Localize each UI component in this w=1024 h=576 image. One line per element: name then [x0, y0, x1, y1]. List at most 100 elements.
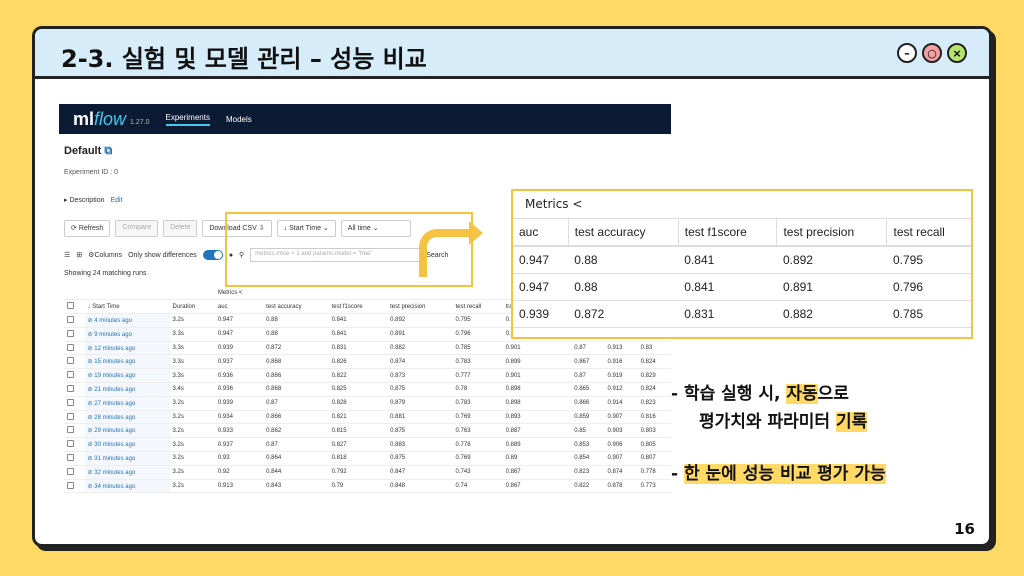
row-checkbox[interactable] — [64, 368, 85, 384]
table-row[interactable]: ⊘ 27 minutes ago 3.2s 0.939 0.87 0.828 0.879 0… — [64, 396, 671, 411]
column-header[interactable]: test accuracy — [263, 299, 329, 315]
table-cell: 0.874 — [604, 465, 638, 480]
column-header[interactable]: ↓ Start Time — [84, 299, 170, 315]
table-cell: 0.87 — [263, 437, 329, 453]
zoom-column-header[interactable]: test precision — [776, 219, 887, 247]
column-header[interactable]: auc — [214, 299, 264, 315]
table-cell: 0.859 — [571, 410, 605, 425]
table-cell: 0.868 — [263, 382, 329, 397]
column-header[interactable]: test precision — [387, 299, 453, 315]
table-cell: 0.875 — [387, 423, 453, 439]
table-cell: 0.919 — [604, 368, 638, 384]
run-start-time-link[interactable]: ⊘ 21 minutes ago — [84, 382, 170, 397]
row-checkbox[interactable] — [64, 327, 85, 342]
table-row[interactable]: ⊘ 34 minutes ago 3.2s 0.913 0.843 0.79 0.848 0… — [64, 479, 671, 494]
zoom-cell: 0.88 — [568, 246, 679, 274]
run-start-time-link[interactable]: ⊘ 32 minutes ago — [84, 465, 170, 480]
note-compare: - 한 눈에 성능 비교 평가 가능 — [671, 464, 886, 484]
table-cell: 3.2s — [169, 465, 215, 480]
table-cell: 0.88 — [263, 327, 329, 342]
nav-models[interactable]: Models — [226, 115, 252, 124]
zoom-cell: 0.939 — [513, 300, 569, 328]
matching-runs-count: Showing 24 matching runs — [64, 270, 147, 277]
row-checkbox[interactable] — [64, 410, 85, 425]
row-checkbox[interactable] — [64, 396, 85, 411]
table-cell: 0.821 — [328, 410, 388, 425]
run-start-time-link[interactable]: ⊘ 34 minutes ago — [84, 479, 170, 494]
run-start-time-link[interactable]: ⊘ 31 minutes ago — [84, 451, 170, 466]
zoom-column-header[interactable]: auc — [513, 219, 569, 247]
row-checkbox[interactable] — [64, 437, 85, 453]
table-row[interactable]: ⊘ 30 minutes ago 3.2s 0.937 0.87 0.827 0.883 0… — [64, 437, 671, 453]
columns-button[interactable]: ⚙Columns — [88, 251, 122, 259]
row-checkbox[interactable] — [64, 382, 85, 397]
run-start-time-link[interactable]: ⊘ 28 minutes ago — [84, 410, 170, 425]
run-start-time-link[interactable]: ⊘ 30 minutes ago — [84, 437, 170, 453]
table-cell: 0.796 — [452, 327, 503, 342]
only-diff-toggle[interactable] — [202, 250, 223, 260]
edit-link[interactable]: Edit — [110, 197, 122, 204]
nav-experiments[interactable]: Experiments — [165, 113, 210, 126]
table-cell: 0.785 — [452, 341, 503, 356]
maximize-icon[interactable]: ○ — [922, 43, 942, 63]
minimize-icon[interactable]: – — [897, 43, 917, 63]
metrics-group-header[interactable]: Metrics < — [214, 286, 264, 301]
table-row[interactable]: ⊘ 21 minutes ago 3.4s 0.936 0.868 0.825 0.875… — [64, 382, 671, 397]
table-cell: 0.912 — [604, 382, 638, 397]
table-row[interactable]: ⊘ 31 minutes ago 3.2s 0.93 0.864 0.818 0.875 0… — [64, 451, 671, 466]
column-header[interactable]: Duration — [169, 299, 215, 315]
table-cell: 0.854 — [571, 451, 605, 466]
zoom-column-header[interactable]: test recall — [886, 219, 971, 247]
table-row[interactable]: ⊘ 32 minutes ago 3.2s 0.92 0.844 0.792 0.847 0… — [64, 465, 671, 480]
zoom-column-header[interactable]: test accuracy — [567, 219, 679, 247]
run-start-time-link[interactable]: ⊘ 15 minutes ago — [84, 354, 170, 370]
zoom-cell: 0.947 — [513, 246, 569, 274]
run-start-time-link[interactable]: ⊘ 12 minutes ago — [84, 341, 170, 356]
mlflow-navbar: mlflow 1.27.0 Experiments Models — [59, 104, 671, 134]
column-header[interactable]: test recall — [452, 299, 503, 315]
run-start-time-link[interactable]: ⊘ 4 minutes ago — [84, 313, 170, 328]
select-all-checkbox[interactable] — [64, 299, 85, 315]
table-row[interactable]: ⊘ 12 minutes ago 3.3s 0.939 0.872 0.831 0.882… — [64, 341, 671, 356]
run-start-time-link[interactable]: ⊘ 27 minutes ago — [84, 396, 170, 411]
run-start-time-link[interactable]: ⊘ 29 minutes ago — [84, 423, 170, 439]
row-checkbox[interactable] — [64, 423, 85, 439]
zoom-metrics-header[interactable]: Metrics < — [513, 191, 971, 219]
table-cell: 3.4s — [169, 382, 215, 397]
zoom-cell: 0.882 — [776, 300, 887, 328]
row-checkbox[interactable] — [64, 465, 85, 480]
row-checkbox[interactable] — [64, 341, 85, 356]
table-row[interactable]: ⊘ 29 minutes ago 3.2s 0.933 0.862 0.815 0.875… — [64, 423, 671, 439]
table-cell: 0.89 — [502, 451, 572, 466]
table-cell: 0.816 — [637, 410, 671, 425]
table-row[interactable]: ⊘ 15 minutes ago 3.3s 0.937 0.868 0.826 0.874… — [64, 354, 671, 370]
compare-button[interactable]: Compare — [115, 220, 159, 237]
delete-button[interactable]: Delete — [163, 220, 198, 237]
copy-icon: ⧉ — [104, 145, 113, 157]
close-icon[interactable]: × — [947, 43, 967, 63]
table-row[interactable]: ⊘ 19 minutes ago 3.3s 0.936 0.866 0.822 0.873… — [64, 368, 671, 384]
row-checkbox[interactable] — [64, 479, 85, 494]
table-cell: 0.815 — [328, 423, 388, 439]
list-view-icon[interactable]: ☰ — [64, 251, 70, 259]
row-checkbox[interactable] — [64, 313, 85, 328]
refresh-button[interactable]: ⟳ Refresh — [64, 220, 111, 237]
table-cell: 0.805 — [637, 437, 671, 453]
run-start-time-link[interactable]: ⊘ 19 minutes ago — [84, 368, 170, 384]
table-cell: 0.947 — [214, 313, 264, 328]
table-cell: 0.778 — [637, 465, 671, 480]
zoom-column-header[interactable]: test f1score — [677, 219, 777, 247]
column-header[interactable]: test f1score — [328, 299, 388, 315]
table-cell: 0.822 — [571, 479, 605, 494]
row-checkbox[interactable] — [64, 354, 85, 370]
mlflow-logo[interactable]: mlflow — [73, 109, 126, 130]
run-start-time-link[interactable]: ⊘ 9 minutes ago — [84, 327, 170, 342]
row-checkbox[interactable] — [64, 451, 85, 466]
table-cell: 0.763 — [452, 423, 503, 439]
table-row[interactable]: ⊘ 28 minutes ago 3.2s 0.934 0.866 0.821 0.881… — [64, 410, 671, 425]
table-cell: 0.872 — [263, 341, 329, 356]
description-toggle[interactable]: ▸ Description Edit — [64, 196, 123, 204]
zoom-cell: 0.947 — [513, 273, 569, 301]
grid-view-icon[interactable]: ⊞ — [76, 251, 82, 259]
table-cell: 0.875 — [387, 451, 453, 466]
